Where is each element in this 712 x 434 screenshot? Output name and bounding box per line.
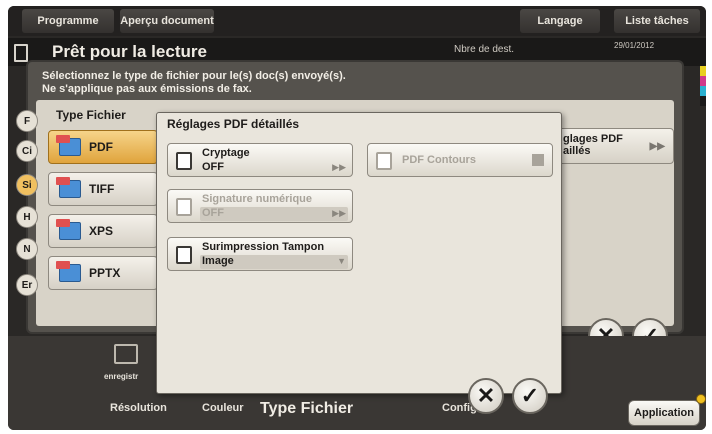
edge-tab-f[interactable]: F — [16, 110, 38, 132]
reglages-pdf-button[interactable]: glages PDF aillés ▶▶ — [556, 128, 674, 164]
status-title: Prêt pour la lecture — [52, 42, 207, 61]
couleur-label[interactable]: Couleur — [202, 402, 244, 414]
surimpression-value: Image — [202, 255, 234, 267]
signature-icon — [176, 198, 192, 216]
file-type-pdf[interactable]: PDF — [48, 130, 158, 164]
toner-color-bar — [700, 66, 706, 106]
resolution-icon — [114, 344, 138, 364]
device-screen: Programme Aperçu document Langage Liste … — [8, 6, 706, 430]
tiff-file-icon — [56, 177, 81, 198]
arrow-right-icon: ▶▶ — [649, 141, 665, 152]
pdf-file-icon — [56, 135, 81, 156]
langage-button[interactable]: Langage — [520, 9, 600, 33]
file-type-tiff-label: TIFF — [89, 182, 115, 196]
file-type-pdf-label: PDF — [89, 140, 113, 154]
cryptage-button[interactable]: Cryptage OFF ▶▶ — [167, 143, 353, 177]
liste-taches-button[interactable]: Liste tâches — [614, 9, 700, 33]
surimpression-button[interactable]: Surimpression Tampon Image ▼ — [167, 237, 353, 271]
nb-dest-label: Nbre de dest. — [454, 44, 515, 55]
type-fichier-label[interactable]: Type Fichier — [260, 400, 353, 418]
arrow-right-icon: ▶▶ — [332, 162, 346, 172]
resolution-label[interactable]: Résolution — [110, 402, 167, 414]
cryptage-value: OFF — [202, 161, 224, 173]
signature-button: Signature numérique OFF ▶▶ — [167, 189, 353, 223]
status-date: 29/01/2012 — [614, 41, 655, 50]
application-button[interactable]: Application — [628, 400, 700, 426]
edge-tab-ci[interactable]: Ci — [16, 140, 38, 162]
stamp-icon — [176, 246, 192, 264]
surimpression-label: Surimpression Tampon — [202, 241, 325, 253]
pptx-file-icon — [56, 261, 81, 282]
file-type-xps-label: XPS — [89, 224, 114, 238]
file-type-xps[interactable]: XPS — [48, 214, 158, 248]
inner-cancel-button[interactable]: ✕ — [468, 378, 504, 414]
file-type-pptx-label: PPTX — [89, 266, 121, 280]
checkbox-icon — [532, 154, 544, 166]
top-bar: Programme Aperçu document Langage Liste … — [8, 6, 706, 36]
edge-tab-h[interactable]: H — [16, 206, 38, 228]
edge-tab-n[interactable]: N — [16, 238, 38, 260]
file-type-pptx[interactable]: PPTX — [48, 256, 158, 290]
dialog-message-line2: Ne s'applique pas aux émissions de fax. — [42, 83, 252, 95]
enregistr-label: enregistr — [104, 372, 139, 381]
notification-dot — [696, 394, 706, 404]
signature-label: Signature numérique — [202, 193, 313, 205]
dialog-message-line1: Sélectionnez le type de fichier pour le(… — [42, 70, 346, 82]
edge-tab-er[interactable]: Er — [16, 274, 38, 296]
file-type-tiff[interactable]: TIFF — [48, 172, 158, 206]
chevron-down-icon: ▼ — [337, 256, 346, 266]
pdf-contours-button: PDF Contours — [367, 143, 553, 177]
pdf-settings-dialog: Réglages PDF détaillés Cryptage OFF ▶▶ S… — [156, 112, 562, 394]
arrow-right-icon: ▶▶ — [332, 208, 346, 218]
file-type-list: Type Fichier — [40, 108, 160, 122]
document-icon — [14, 44, 28, 62]
edge-tab-si[interactable]: Si — [16, 174, 38, 196]
file-type-title: Type Fichier — [56, 108, 126, 122]
pdf-settings-title: Réglages PDF détaillés — [167, 117, 300, 131]
programme-button[interactable]: Programme — [22, 9, 114, 33]
pdf-contours-label: PDF Contours — [402, 154, 476, 166]
pdf-contours-icon — [376, 152, 392, 170]
inner-ok-button[interactable]: ✓ — [512, 378, 548, 414]
lock-document-icon — [176, 152, 192, 170]
cryptage-label: Cryptage — [202, 147, 250, 159]
dialog-message: Sélectionnez le type de fichier pour le(… — [42, 70, 346, 96]
xps-file-icon — [56, 219, 81, 240]
apercu-document-button[interactable]: Aperçu document — [120, 9, 214, 33]
signature-value: OFF — [202, 207, 224, 219]
